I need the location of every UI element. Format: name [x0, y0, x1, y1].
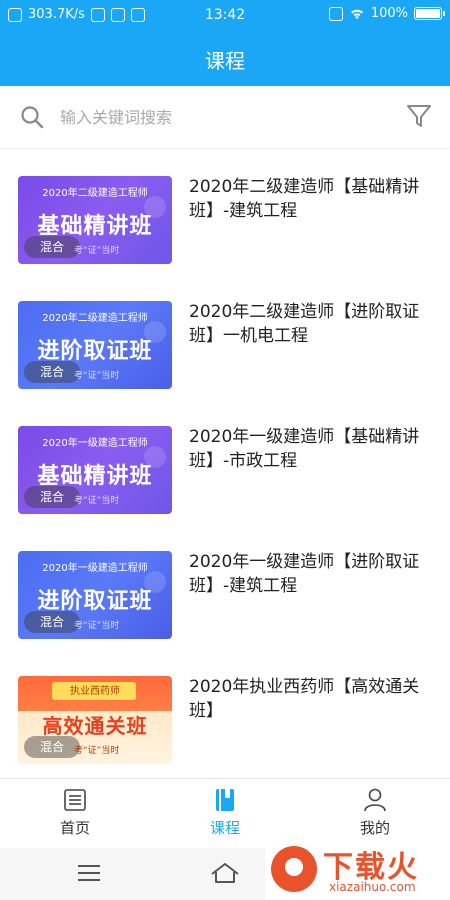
course-thumbnail[interactable]: 执业西药师 高效通关班 混合 考“证”当时 [18, 676, 172, 764]
course-thumbnail[interactable]: 2020年二级建造工程师 基础精讲班 混合 考“证”当时 [18, 176, 172, 264]
wifi-icon [350, 9, 363, 19]
tab-label: 首页 [59, 819, 90, 837]
tab-label: 课程 [209, 819, 240, 837]
mode-badge: 混合 [24, 736, 80, 758]
thumb-tagline: 考“证”当时 [74, 621, 120, 631]
course-thumbnail[interactable]: 2020年一级建造工程师 进阶取证班 混合 考“证”当时 [18, 551, 172, 639]
course-title[interactable]: 2020年执业西药师【高效通关班】 [189, 675, 434, 723]
status-bar: 303.7K/s 13:42 100% [0, 0, 450, 32]
book-icon [216, 789, 234, 811]
search-input[interactable] [58, 106, 382, 128]
course-title[interactable]: 2020年一级建造师【进阶取证班】-建筑工程 [189, 550, 434, 598]
search-bar [0, 86, 450, 149]
user-icon [364, 788, 386, 812]
course-thumbnail[interactable]: 2020年一级建造工程师 基础精讲班 混合 考“证”当时 [18, 426, 172, 514]
thumb-subtitle: 2020年二级建造工程师 [42, 188, 148, 199]
filter-icon[interactable] [406, 103, 432, 129]
mode-badge: 混合 [24, 611, 80, 633]
tab-home[interactable]: 首页 [0, 779, 150, 849]
course-title[interactable]: 2020年二级建造师【基础精讲班】-建筑工程 [189, 175, 434, 223]
course-item[interactable]: 2020年二级建造工程师 基础精讲班 混合 考“证”当时 2020年二级建造师【… [0, 150, 450, 275]
course-item[interactable]: 执业西药师 高效通关班 混合 考“证”当时 2020年执业西药师【高效通关班】 [0, 650, 450, 775]
tab-label: 我的 [359, 819, 390, 837]
course-item[interactable]: 2020年一级建造工程师 进阶取证班 混合 考“证”当时 2020年一级建造师【… [0, 525, 450, 650]
thumb-subtitle: 执业西药师 [70, 686, 120, 697]
course-title[interactable]: 2020年二级建造师【进阶取证班】一机电工程 [189, 300, 434, 348]
thumb-tagline: 考“证”当时 [74, 371, 120, 381]
menu-icon[interactable] [78, 864, 100, 882]
thumb-tagline: 考“证”当时 [74, 246, 120, 256]
course-item[interactable]: 2020年一级建造工程师 基础精讲班 混合 考“证”当时 2020年一级建造师【… [0, 400, 450, 525]
mode-badge: 混合 [24, 361, 80, 383]
search-icon[interactable] [20, 105, 44, 129]
home-icon[interactable] [210, 862, 240, 884]
mode-badge: 混合 [24, 486, 80, 508]
status-right: 100% [328, 6, 445, 21]
mode-badge: 混合 [24, 236, 80, 258]
watermark-url: xiazaihuo.com [329, 880, 416, 894]
course-list: 2020年二级建造工程师 基础精讲班 混合 考“证”当时 2020年二级建造师【… [0, 150, 450, 775]
thumb-subtitle: 2020年一级建造工程师 [42, 563, 148, 574]
thumb-heading: 高效通关班 [42, 714, 148, 738]
watermark-logo: 下载火 xiazaihuo.com [265, 838, 450, 900]
course-title[interactable]: 2020年一级建造师【基础精讲班】-市政工程 [189, 425, 434, 473]
mute-icon [328, 6, 343, 21]
home-list-icon [64, 789, 86, 811]
thumb-subtitle: 2020年一级建造工程师 [42, 438, 148, 449]
course-item[interactable]: 2020年二级建造工程师 进阶取证班 混合 考“证”当时 2020年二级建造师【… [0, 275, 450, 400]
flame-logo-icon [271, 846, 317, 892]
thumb-tagline: 考“证”当时 [74, 746, 120, 756]
battery-icon [414, 7, 445, 20]
thumb-tagline: 考“证”当时 [74, 496, 120, 506]
page-title: 课程 [0, 32, 450, 86]
thumb-subtitle: 2020年二级建造工程师 [42, 313, 148, 324]
course-thumbnail[interactable]: 2020年二级建造工程师 进阶取证班 混合 考“证”当时 [18, 301, 172, 389]
battery-percent: 100% [370, 6, 408, 21]
